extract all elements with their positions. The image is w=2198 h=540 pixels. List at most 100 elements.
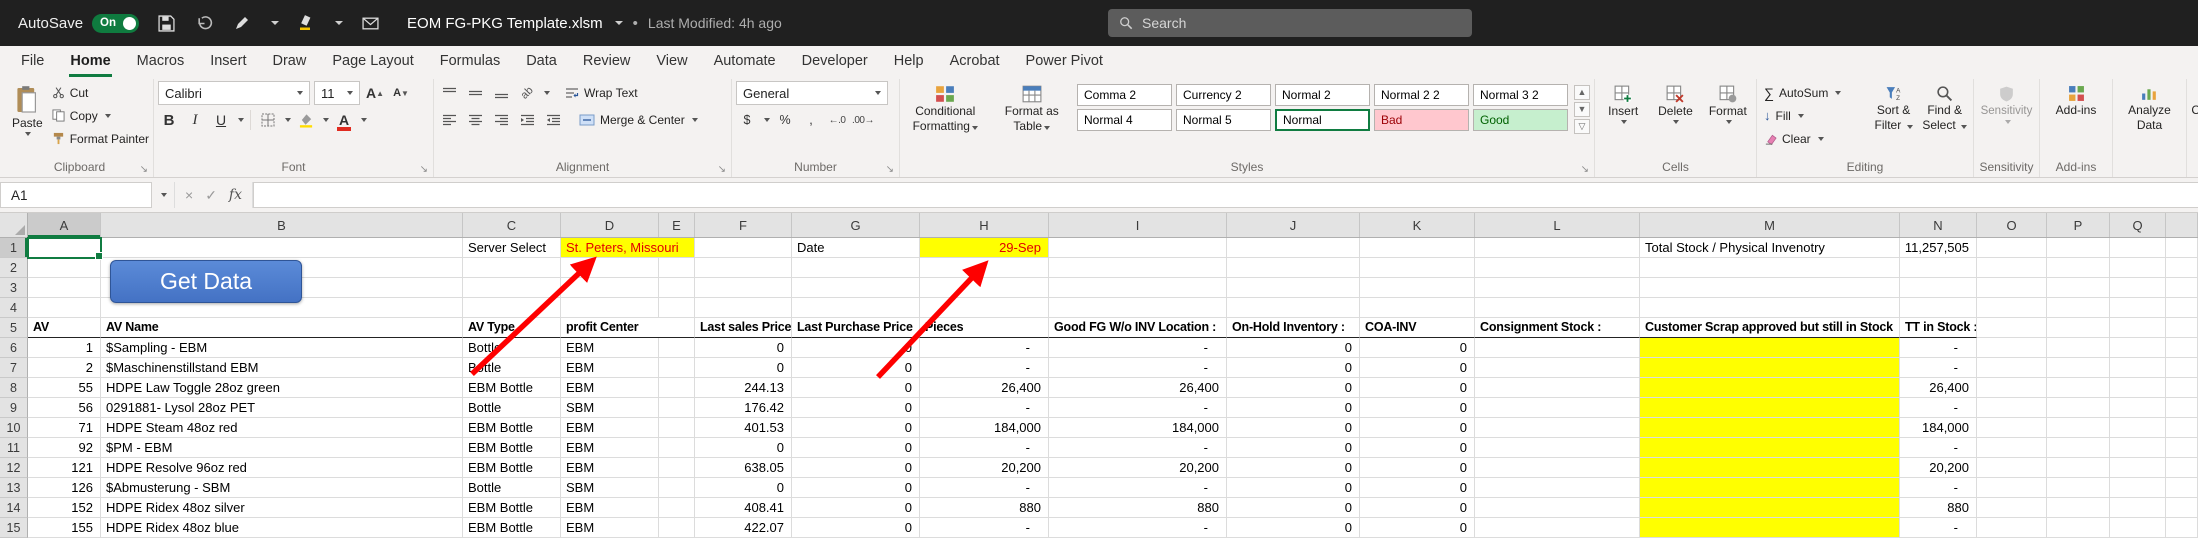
envelope-icon[interactable] (359, 12, 381, 34)
enter-icon[interactable]: ✓ (205, 187, 217, 204)
cell-P4[interactable] (2047, 298, 2110, 318)
column-header-D[interactable]: D (561, 213, 659, 237)
find-select-button[interactable]: Find & Select (1920, 81, 1969, 132)
cell-H5[interactable]: Pieces (920, 318, 1049, 338)
cell-I6[interactable]: - (1049, 338, 1227, 358)
cell-Q15[interactable] (2110, 518, 2166, 538)
cell-H2[interactable] (920, 258, 1049, 278)
cell-N14[interactable]: 880 (1900, 498, 1977, 518)
cell-H6[interactable]: - (920, 338, 1049, 358)
cell-M6[interactable] (1640, 338, 1900, 358)
cell-N10[interactable]: 184,000 (1900, 418, 1977, 438)
sort-filter-button[interactable]: AZ Sort & Filter (1871, 81, 1917, 132)
row-header-12[interactable]: 12 (0, 458, 28, 478)
cell-Q10[interactable] (2110, 418, 2166, 438)
cell-Q12[interactable] (2110, 458, 2166, 478)
fill-button[interactable]: ↓Fill (1761, 104, 1867, 127)
cell-P10[interactable] (2047, 418, 2110, 438)
cell-N6[interactable]: - (1900, 338, 1977, 358)
cell-O11[interactable] (1977, 438, 2047, 458)
cell-F14[interactable]: 408.41 (695, 498, 792, 518)
cell-K5[interactable]: COA-INV (1360, 318, 1475, 338)
number-dialog-launcher[interactable]: ↘ (886, 164, 894, 175)
menu-tab-automate[interactable]: Automate (701, 46, 789, 77)
row-header-8[interactable]: 8 (0, 378, 28, 398)
cell-Q7[interactable] (2110, 358, 2166, 378)
autosum-button[interactable]: ∑AutoSum (1761, 81, 1867, 104)
align-left-icon[interactable] (438, 109, 460, 131)
row-header-3[interactable]: 3 (0, 278, 28, 298)
cell-B8[interactable]: HDPE Law Toggle 28oz green (101, 378, 463, 398)
cell-M4[interactable] (1640, 298, 1900, 318)
cell-B11[interactable]: $PM - EBM (101, 438, 463, 458)
cell-D3[interactable] (561, 278, 659, 298)
cell-C15[interactable]: EBM Bottle (463, 518, 561, 538)
cell-B14[interactable]: HDPE Ridex 48oz silver (101, 498, 463, 518)
cell-F8[interactable]: 244.13 (695, 378, 792, 398)
cell-I15[interactable]: - (1049, 518, 1227, 538)
cell-H4[interactable] (920, 298, 1049, 318)
cell-B1[interactable] (101, 238, 463, 258)
cell-C10[interactable]: EBM Bottle (463, 418, 561, 438)
cell-I12[interactable]: 20,200 (1049, 458, 1227, 478)
cell-K2[interactable] (1360, 258, 1475, 278)
cell-E12[interactable] (659, 458, 695, 478)
cell-L1[interactable] (1475, 238, 1640, 258)
style-chip-normal[interactable]: Normal (1275, 109, 1370, 131)
cell-L3[interactable] (1475, 278, 1640, 298)
menu-tab-insert[interactable]: Insert (197, 46, 259, 77)
cell-P7[interactable] (2047, 358, 2110, 378)
cell-K11[interactable]: 0 (1360, 438, 1475, 458)
cell-L2[interactable] (1475, 258, 1640, 278)
cell-A4[interactable] (28, 298, 101, 318)
document-title[interactable]: EOM FG-PKG Template.xlsm • Last Modified… (407, 15, 782, 32)
cell-I8[interactable]: 26,400 (1049, 378, 1227, 398)
name-box[interactable]: A1 (0, 182, 152, 208)
cell-A6[interactable]: 1 (28, 338, 101, 358)
font-family-select[interactable]: Calibri (158, 81, 310, 105)
cell-A15[interactable]: 155 (28, 518, 101, 538)
cell-O3[interactable] (1977, 278, 2047, 298)
style-chip-normal-2-2[interactable]: Normal 2 2 (1374, 84, 1469, 106)
cell-M11[interactable] (1640, 438, 1900, 458)
cell-L5[interactable]: Consignment Stock : (1475, 318, 1640, 338)
row-header-11[interactable]: 11 (0, 438, 28, 458)
cell-H7[interactable]: - (920, 358, 1049, 378)
cell-C8[interactable]: EBM Bottle (463, 378, 561, 398)
cell-B6[interactable]: $Sampling - EBM (101, 338, 463, 358)
cell-I1[interactable] (1049, 238, 1227, 258)
autosave-toggle[interactable]: On (92, 14, 139, 33)
cell-Q5[interactable] (2110, 318, 2166, 338)
cell-F11[interactable]: 0 (695, 438, 792, 458)
cell-A9[interactable]: 56 (28, 398, 101, 418)
cell-J5[interactable]: On-Hold Inventory : (1227, 318, 1360, 338)
cell-J12[interactable]: 0 (1227, 458, 1360, 478)
cell-C4[interactable] (463, 298, 561, 318)
cell-G10[interactable]: 0 (792, 418, 920, 438)
cell-K10[interactable]: 0 (1360, 418, 1475, 438)
font-dialog-launcher[interactable]: ↘ (420, 164, 428, 175)
cell-J10[interactable]: 0 (1227, 418, 1360, 438)
style-chip-currency-2[interactable]: Currency 2 (1176, 84, 1271, 106)
cell-Q8[interactable] (2110, 378, 2166, 398)
cell-J2[interactable] (1227, 258, 1360, 278)
cell-E15[interactable] (659, 518, 695, 538)
cell-B13[interactable]: $Abmusterung - SBM (101, 478, 463, 498)
cell-B10[interactable]: HDPE Steam 48oz red (101, 418, 463, 438)
cell-G1[interactable]: Date (792, 238, 920, 258)
menu-tab-power-pivot[interactable]: Power Pivot (1013, 46, 1116, 77)
cut-button[interactable]: Cut (49, 81, 152, 104)
column-header-I[interactable]: I (1049, 213, 1227, 237)
cell-N9[interactable]: - (1900, 398, 1977, 418)
cell-Q9[interactable] (2110, 398, 2166, 418)
cell-F2[interactable] (695, 258, 792, 278)
cell-F3[interactable] (695, 278, 792, 298)
cell-M5[interactable]: Customer Scrap approved but still in Sto… (1640, 318, 1900, 338)
cell-M7[interactable] (1640, 358, 1900, 378)
cell-G4[interactable] (792, 298, 920, 318)
addins-button[interactable]: Add-ins (2044, 81, 2108, 117)
bold-button[interactable]: B (158, 109, 180, 131)
row-header-14[interactable]: 14 (0, 498, 28, 518)
cell-F12[interactable]: 638.05 (695, 458, 792, 478)
clipboard-dialog-launcher[interactable]: ↘ (140, 164, 148, 175)
